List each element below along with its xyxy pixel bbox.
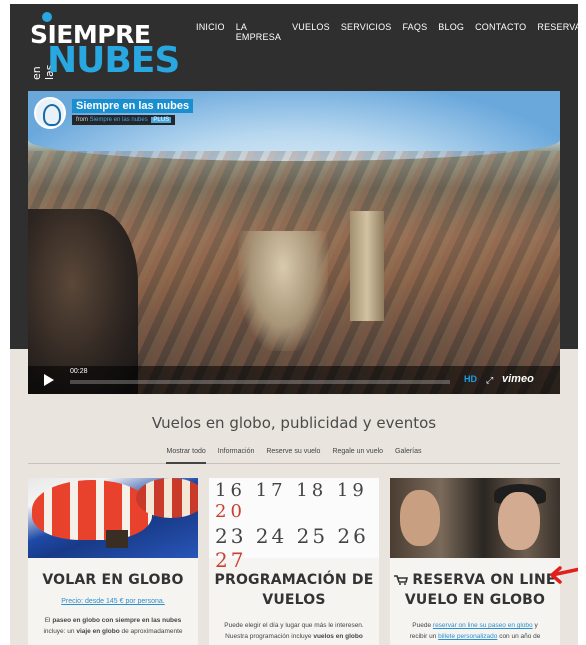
card-text-bold: viaje en globo bbox=[76, 628, 120, 635]
video-controls: 00:28 HD ⤢ vimeo bbox=[28, 366, 560, 394]
balloon-envelope bbox=[32, 480, 152, 540]
ticket-link[interactable]: billete personalizado bbox=[438, 633, 497, 640]
video-cathedral-dome bbox=[238, 231, 328, 351]
nav-reservas[interactable]: RESERVAS bbox=[537, 22, 578, 42]
reserve-online-link[interactable]: reservar on line su paseo en globo bbox=[433, 622, 533, 629]
calendar-day-red: 20 bbox=[215, 501, 246, 522]
card-programacion[interactable]: 16 17 18 19 20 23 24 25 26 27 PROGRAMACI… bbox=[209, 478, 379, 645]
card-text-part: Puede elegir el día y lugar que más le i… bbox=[224, 622, 364, 629]
video-from-prefix: from bbox=[76, 117, 88, 123]
nav-faqs[interactable]: FAQS bbox=[402, 22, 427, 42]
card-text-part: con un año de bbox=[497, 633, 541, 640]
card-text: El paseo en globo con siempre en las nub… bbox=[36, 615, 190, 637]
play-icon[interactable] bbox=[44, 374, 54, 386]
card-text: Puede reservar on line su paseo en globo… bbox=[398, 620, 552, 642]
logo-line3: NUBES bbox=[47, 40, 180, 81]
nav-blog[interactable]: BLOG bbox=[438, 22, 464, 42]
card-text-part: y bbox=[532, 622, 538, 629]
hd-toggle[interactable]: HD bbox=[464, 374, 477, 384]
card-title-line: VUELOS bbox=[262, 592, 326, 608]
card-grid: VOLAR EN GLOBO Precio: desde 145 € por p… bbox=[28, 478, 560, 645]
nav-servicios[interactable]: SERVICIOS bbox=[341, 22, 392, 42]
video-title[interactable]: Siempre en las nubes bbox=[72, 99, 194, 113]
calendar-day-red: 27 bbox=[215, 548, 247, 572]
card-title[interactable]: RESERVA ON LINE VUELO EN GLOBO bbox=[390, 570, 560, 610]
card-volar-en-globo[interactable]: VOLAR EN GLOBO Precio: desde 145 € por p… bbox=[28, 478, 198, 645]
section-headline: Vuelos en globo, publicidad y eventos bbox=[151, 414, 437, 432]
calendar-row: 23 24 25 26 27 bbox=[215, 524, 379, 572]
card-price-link[interactable]: Precio: desde 145 € por persona. bbox=[28, 598, 198, 605]
card-title[interactable]: PROGRAMACIÓN DE VUELOS bbox=[209, 570, 379, 610]
card-title-line: RESERVA ON LINE bbox=[412, 572, 556, 588]
passenger-face bbox=[498, 492, 540, 550]
card-text-part: recibir un bbox=[409, 633, 439, 640]
passenger-face bbox=[400, 490, 440, 546]
balloon-basket bbox=[106, 530, 128, 548]
video-plus-badge: PLUS bbox=[151, 117, 172, 123]
filter-tab-reserve[interactable]: Reserve su vuelo bbox=[266, 444, 320, 464]
nav-vuelos[interactable]: VUELOS bbox=[292, 22, 330, 42]
channel-avatar-icon[interactable] bbox=[34, 97, 66, 129]
card-title-line: PROGRAMACIÓN DE bbox=[214, 572, 374, 588]
calendar-row: 16 17 18 19 20 bbox=[215, 480, 379, 522]
nav-contacto[interactable]: CONTACTO bbox=[475, 22, 526, 42]
card-text-part: de aproximadamente bbox=[119, 628, 183, 635]
main-nav: INICIO LA EMPRESA VUELOS SERVICIOS FAQS … bbox=[196, 22, 578, 42]
nav-la-empresa[interactable]: LA EMPRESA bbox=[236, 22, 281, 42]
card-text: Puede elegir el día y lugar que más le i… bbox=[217, 620, 371, 642]
card-text-bold: paseo en globo con siempre en las nubes bbox=[52, 617, 182, 624]
video-time: 00:28 bbox=[70, 368, 88, 375]
fullscreen-icon[interactable]: ⤢ bbox=[486, 375, 493, 386]
video-byline: from Siempre en las nubes PLUS bbox=[72, 115, 176, 125]
page: SIEMPRE en las NUBES INICIO LA EMPRESA V… bbox=[10, 4, 578, 645]
filter-tabs: Mostrar todo Información Reserve su vuel… bbox=[28, 444, 560, 464]
video-player[interactable]: Siempre en las nubes from Siempre en las… bbox=[28, 91, 560, 394]
filter-tab-regale[interactable]: Regale un vuelo bbox=[332, 444, 383, 464]
calendar-days: 23 24 25 26 bbox=[215, 524, 369, 548]
video-cathedral-tower bbox=[350, 211, 384, 321]
video-progress-bar[interactable] bbox=[70, 380, 450, 384]
card-image-balloon bbox=[28, 478, 198, 558]
nav-inicio[interactable]: INICIO bbox=[196, 22, 225, 42]
shopping-cart-icon bbox=[394, 575, 409, 585]
card-text-bold: vuelos en globo bbox=[313, 633, 363, 640]
card-reserva-online[interactable]: RESERVA ON LINE VUELO EN GLOBO Puede rese… bbox=[390, 478, 560, 645]
vimeo-logo[interactable]: vimeo bbox=[502, 373, 534, 385]
red-arrow-icon bbox=[550, 566, 578, 584]
site-logo[interactable]: SIEMPRE en las NUBES bbox=[30, 10, 180, 82]
card-image-passengers bbox=[390, 478, 560, 558]
video-from-user[interactable]: Siempre en las nubes bbox=[90, 117, 148, 123]
card-title-line: VUELO EN GLOBO bbox=[404, 592, 546, 608]
filter-tab-mostrar-todo[interactable]: Mostrar todo bbox=[166, 444, 206, 464]
card-text-part: Nuestra programación incluye bbox=[225, 633, 314, 640]
filter-tab-galerias[interactable]: Galerías bbox=[395, 444, 421, 464]
calendar-days: 16 17 18 19 bbox=[215, 480, 368, 501]
card-title[interactable]: VOLAR EN GLOBO bbox=[28, 570, 198, 590]
filter-tab-informacion[interactable]: Información bbox=[218, 444, 255, 464]
card-image-calendar: 16 17 18 19 20 23 24 25 26 27 bbox=[209, 478, 379, 572]
card-text-part: Puede bbox=[412, 622, 433, 629]
card-text-part: incluye: un bbox=[43, 628, 77, 635]
balloon-envelope-secondary bbox=[136, 478, 198, 518]
